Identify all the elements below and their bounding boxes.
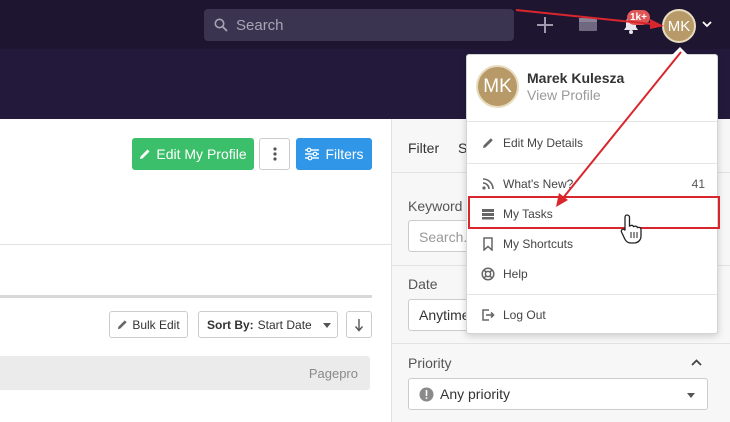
menu-item-edit-my-details[interactable]: Edit My Details: [467, 128, 717, 158]
notification-count-badge: 1k+: [627, 10, 650, 25]
pencil-icon: [118, 320, 127, 330]
menu-item-log-out[interactable]: Log Out: [467, 300, 717, 330]
inbox-icon: [579, 18, 597, 31]
keyword-label: Keyword: [408, 198, 463, 214]
task-group-label: Pagepro: [308, 366, 358, 381]
divider: [392, 343, 730, 344]
hand-cursor-icon: [620, 214, 642, 244]
sort-by-value: Start Date: [257, 317, 312, 332]
menu-divider: [467, 163, 717, 164]
bookmark-icon: [483, 237, 493, 251]
pencil-icon: [140, 149, 150, 159]
menu-item-help[interactable]: Help: [467, 259, 717, 289]
pencil-icon: [483, 138, 493, 148]
exclamation-circle-icon: [419, 387, 434, 401]
user-name: Marek Kulesza: [527, 70, 625, 86]
task-group-header[interactable]: Pagepro: [0, 356, 370, 390]
filters-button[interactable]: Filters: [296, 138, 372, 170]
more-options-button[interactable]: [259, 138, 290, 170]
menu-divider: [467, 121, 717, 122]
divider: [0, 244, 391, 245]
menu-item-my-shortcuts[interactable]: My Shortcuts: [467, 229, 717, 259]
annotation-highlight-box: [468, 196, 720, 229]
kebab-menu-icon: [272, 147, 277, 161]
menu-item-label: Help: [503, 267, 528, 281]
menu-divider: [467, 294, 717, 295]
lifebuoy-icon: [481, 267, 495, 281]
arrow-down-icon: [354, 318, 364, 332]
caret-down-icon: [323, 323, 331, 328]
tab-filter[interactable]: Filter: [408, 140, 439, 156]
chevron-down-icon[interactable]: [701, 19, 713, 29]
sliders-icon: [305, 147, 320, 161]
view-profile-link[interactable]: View Profile: [527, 87, 601, 103]
rss-icon: [482, 178, 494, 190]
sort-by-select[interactable]: Sort By: Start Date: [198, 311, 338, 338]
edit-my-profile-label: Edit My Profile: [156, 146, 247, 162]
user-avatar-button[interactable]: MK: [662, 9, 696, 43]
menu-item-whats-new[interactable]: What's New? 41: [467, 169, 717, 199]
whats-new-count: 41: [691, 177, 705, 191]
edit-my-profile-button[interactable]: Edit My Profile: [132, 138, 254, 170]
sort-by-label: Sort By:: [207, 317, 254, 332]
priority-label: Priority: [408, 355, 452, 371]
sort-direction-button[interactable]: [346, 311, 372, 338]
plus-icon: [537, 17, 553, 33]
search-placeholder: Search: [236, 16, 284, 34]
filters-label: Filters: [325, 146, 364, 162]
menu-item-label: Log Out: [503, 308, 546, 322]
tab-underline: [0, 295, 372, 298]
bulk-edit-label: Bulk Edit: [132, 317, 180, 332]
menu-pointer: [672, 47, 688, 55]
menu-item-label: What's New?: [503, 177, 574, 191]
priority-value: Any priority: [440, 386, 511, 402]
chevron-up-icon[interactable]: [690, 358, 703, 368]
caret-down-icon: [687, 393, 695, 398]
priority-select[interactable]: Any priority: [408, 378, 708, 410]
create-button[interactable]: [532, 12, 558, 38]
logout-icon: [482, 309, 495, 321]
menu-item-label: My Shortcuts: [503, 237, 574, 251]
menu-item-label: Edit My Details: [503, 136, 584, 150]
bulk-edit-button[interactable]: Bulk Edit: [109, 311, 188, 338]
search-icon: [214, 18, 228, 32]
date-label: Date: [408, 276, 438, 292]
menu-avatar: MK: [476, 65, 519, 108]
inbox-button[interactable]: [576, 14, 600, 34]
global-search-input[interactable]: Search: [204, 9, 514, 41]
